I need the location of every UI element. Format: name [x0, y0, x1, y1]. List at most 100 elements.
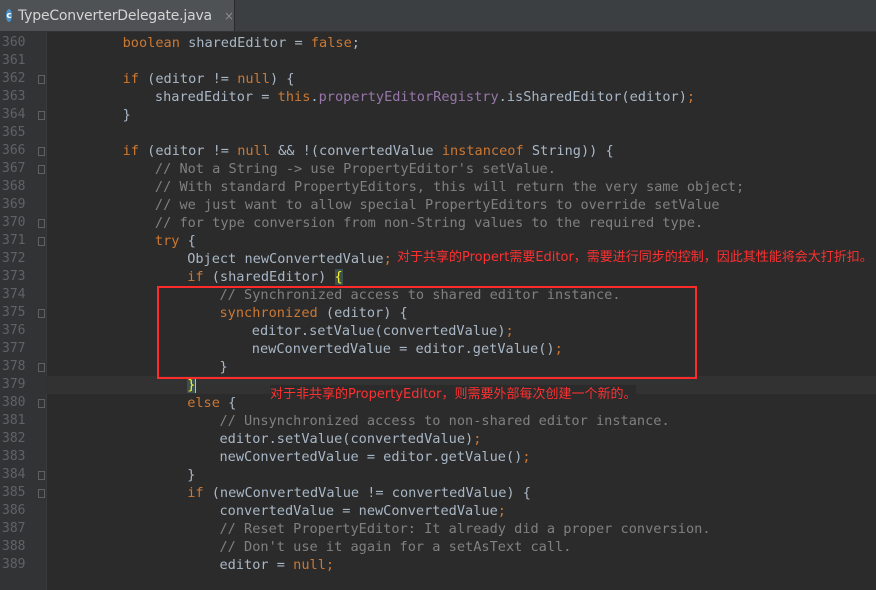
code-token: if	[122, 71, 139, 87]
line-number: 373	[2, 269, 26, 284]
code-token: boolean	[122, 35, 180, 51]
annotation-shared-text: 对于共享的Propert需要Editor，需要进行同步的控制，因此其性能将会大打…	[397, 250, 873, 265]
code-line[interactable]: sharedEditor = this.propertyEditorRegist…	[155, 88, 695, 106]
code-token: {	[179, 233, 196, 249]
code-token: null	[237, 71, 270, 87]
line-number: 361	[2, 53, 26, 68]
line-number: 382	[2, 431, 26, 446]
line-number: 379	[2, 377, 26, 392]
code-token: newConvertedValue = editor.getValue()	[219, 449, 523, 465]
line-number: 365	[2, 125, 26, 140]
code-token: ;	[522, 449, 531, 465]
code-token: (sharedEditor)	[203, 269, 335, 285]
code-token: // With standard PropertyEditors, this w…	[154, 179, 745, 195]
code-token: null	[237, 143, 270, 159]
code-token: String)) {	[523, 143, 614, 159]
code-token: ;	[497, 503, 506, 519]
fold-marker-icon[interactable]	[38, 219, 45, 228]
code-line[interactable]: if (editor != null) {	[123, 70, 295, 88]
code-token: }	[187, 467, 196, 483]
code-token: .	[310, 89, 319, 105]
line-number: 388	[2, 539, 26, 554]
code-token: }	[187, 377, 196, 393]
code-line[interactable]: // With standard PropertyEditors, this w…	[155, 178, 744, 196]
annotation-shared-editor: 对于共享的Propert需要Editor，需要进行同步的控制，因此其性能将会大打…	[397, 248, 873, 267]
code-line[interactable]: // Don't use it again for a setAsText ca…	[220, 538, 572, 556]
code-token: {	[334, 269, 343, 285]
code-line[interactable]: // Unsynchronized access to non-shared e…	[220, 412, 670, 430]
fold-marker-icon[interactable]	[38, 147, 45, 156]
code-token: ;	[351, 35, 360, 51]
code-line[interactable]: if (editor != null && !(convertedValue i…	[123, 142, 614, 160]
line-number: 369	[2, 197, 26, 212]
fold-marker-icon[interactable]	[38, 489, 45, 498]
annotation-nonshared-text: 对于非共享的PropertyEditor，则需要外部每次创建一个新的。	[270, 387, 637, 402]
code-token: editor.setValue(convertedValue)	[219, 431, 474, 447]
code-line[interactable]: Object newConvertedValue;	[187, 250, 392, 268]
editor-tab-bar: c TypeConverterDelegate.java ×	[0, 0, 876, 32]
line-number: 372	[2, 251, 26, 266]
code-token: // Reset PropertyEditor: It already did …	[219, 521, 711, 537]
c-class-icon: c	[6, 9, 12, 22]
fold-marker-icon[interactable]	[38, 75, 45, 84]
code-token: (editor !=	[138, 143, 238, 159]
code-token: (editor !=	[138, 71, 238, 87]
code-line[interactable]: // Not a String -> use PropertyEditor's …	[155, 160, 556, 178]
fold-marker-icon[interactable]	[38, 471, 45, 480]
code-token: ;	[686, 89, 696, 105]
code-line[interactable]: editor = null;	[220, 556, 335, 574]
tab-filename: TypeConverterDelegate.java	[18, 7, 212, 24]
code-token: (newConvertedValue != convertedValue) {	[203, 485, 531, 501]
line-number: 374	[2, 287, 26, 302]
fold-marker-icon[interactable]	[38, 237, 45, 246]
code-token: .isSharedEditor(editor)	[498, 89, 687, 105]
code-line[interactable]: convertedValue = newConvertedValue;	[220, 502, 506, 520]
code-token: }	[122, 107, 131, 123]
line-number: 360	[2, 35, 26, 50]
close-tab-icon[interactable]: ×	[224, 9, 234, 23]
code-token: instanceof	[441, 143, 524, 159]
line-number: 377	[2, 341, 26, 356]
code-token: this	[277, 89, 311, 105]
fold-marker-icon[interactable]	[38, 165, 45, 174]
code-line[interactable]: // Reset PropertyEditor: It already did …	[220, 520, 711, 538]
line-number: 383	[2, 449, 26, 464]
code-token: // Not a String -> use PropertyEditor's …	[154, 161, 556, 177]
code-token: {	[219, 395, 237, 411]
annotation-nonshared-editor: 对于非共享的PropertyEditor，则需要外部每次创建一个新的。	[270, 385, 637, 404]
code-line[interactable]: newConvertedValue = editor.getValue();	[220, 448, 531, 466]
fold-marker-icon[interactable]	[38, 111, 45, 120]
code-line[interactable]: boolean sharedEditor = false;	[123, 34, 360, 52]
fold-marker-icon[interactable]	[38, 309, 45, 318]
code-line[interactable]: else {	[187, 394, 236, 412]
line-number: 368	[2, 179, 26, 194]
fold-marker-icon[interactable]	[38, 363, 45, 372]
code-line[interactable]: try {	[155, 232, 196, 250]
code-token: Object newConvertedValue	[187, 251, 384, 267]
line-number: 381	[2, 413, 26, 428]
editor-tab[interactable]: c TypeConverterDelegate.java ×	[0, 0, 235, 31]
code-line[interactable]: if (newConvertedValue != convertedValue)…	[187, 484, 531, 502]
code-line[interactable]: // for type conversion from non-String v…	[155, 214, 703, 232]
code-token: sharedEditor =	[154, 89, 278, 105]
code-line[interactable]: editor.setValue(convertedValue);	[220, 430, 482, 448]
code-token: // Don't use it again for a setAsText ca…	[219, 539, 572, 555]
fold-marker-icon[interactable]	[38, 399, 45, 408]
code-token: if	[187, 485, 204, 501]
highlight-box	[157, 286, 697, 379]
code-token: try	[154, 233, 180, 249]
code-token: ;	[473, 431, 482, 447]
code-token: ) {	[269, 71, 295, 87]
code-token: && !(convertedValue	[269, 143, 442, 159]
code-token: // we just want to allow special Propert…	[154, 197, 720, 213]
code-line[interactable]: }	[187, 466, 195, 484]
line-number: 389	[2, 557, 26, 572]
code-line[interactable]: }	[123, 106, 131, 124]
code-token: // Unsynchronized access to non-shared e…	[219, 413, 670, 429]
code-token: sharedEditor =	[179, 35, 311, 51]
code-line[interactable]: // we just want to allow special Propert…	[155, 196, 720, 214]
code-token: // for type conversion from non-String v…	[154, 215, 704, 231]
line-number: 386	[2, 503, 26, 518]
code-line[interactable]: if (sharedEditor) {	[187, 268, 343, 286]
line-number-gutter: 360 361 362 363 364 365 366 367 368 369 370 371 372 3…	[0, 32, 47, 590]
